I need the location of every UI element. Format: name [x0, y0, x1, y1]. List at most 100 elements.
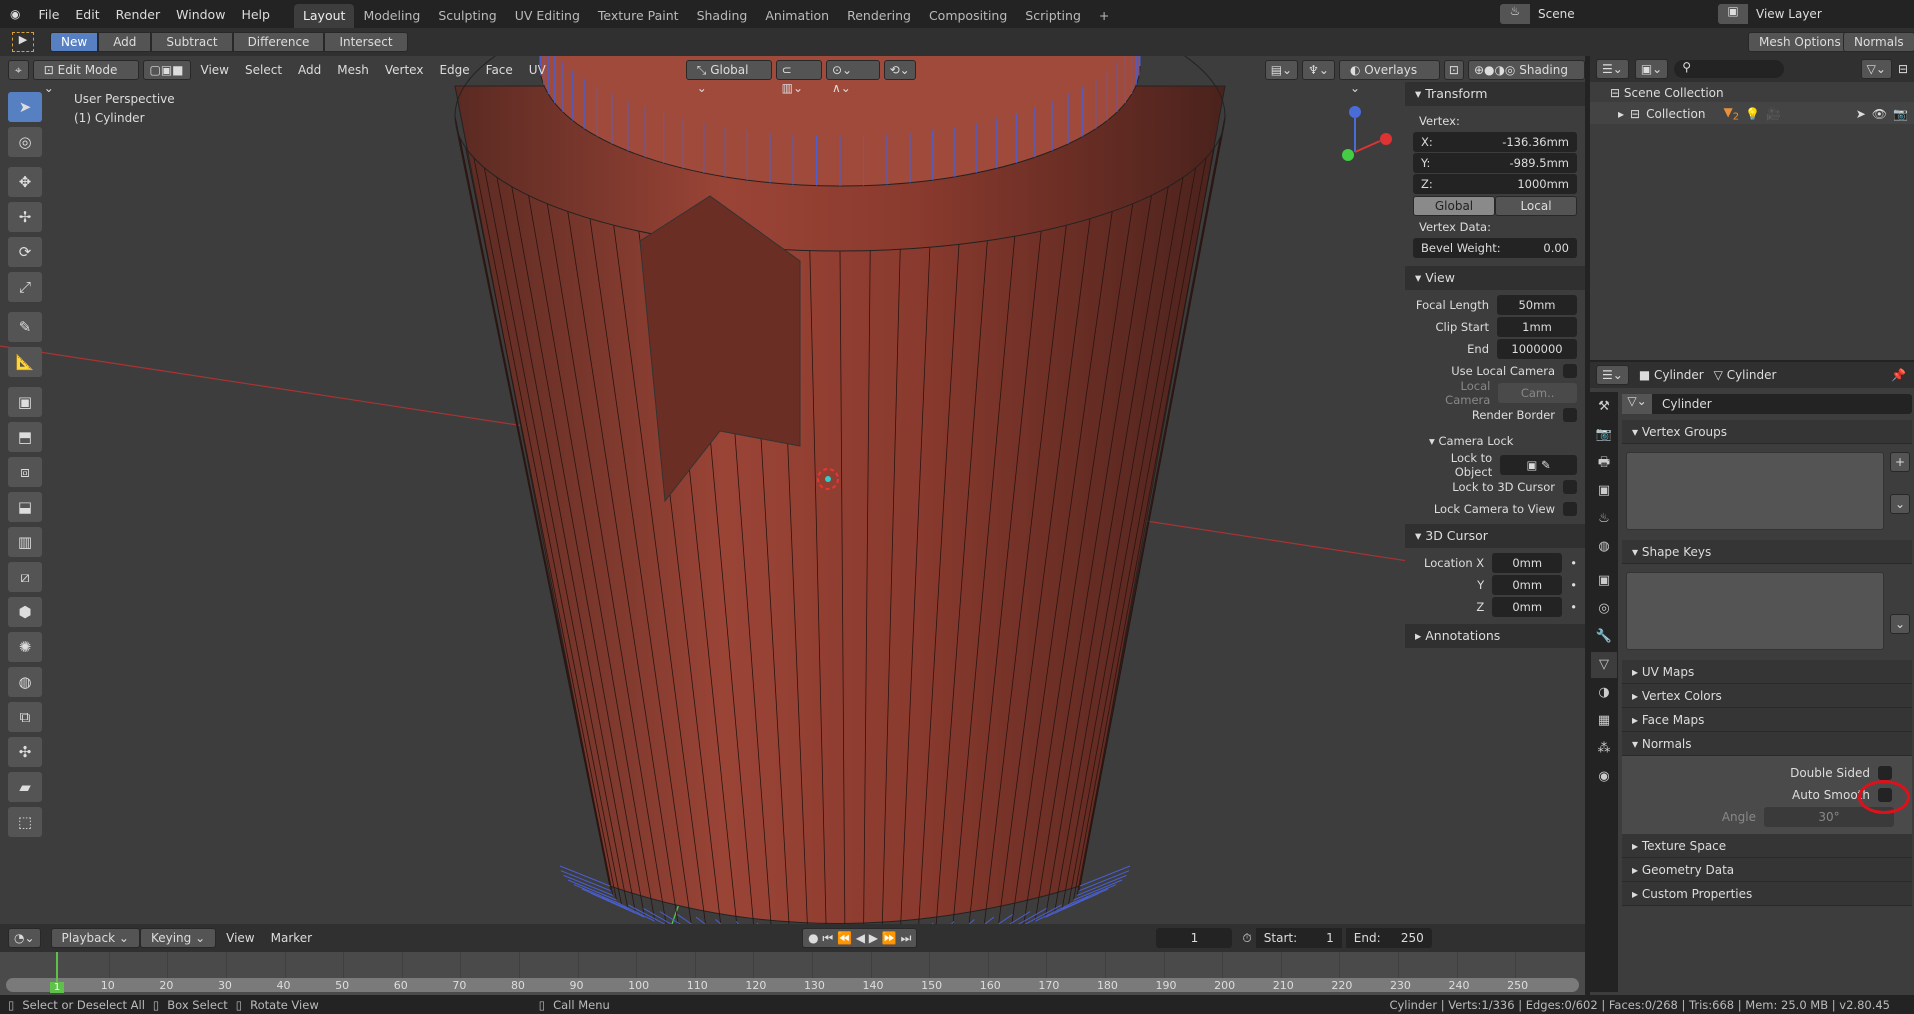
scale-tool-icon[interactable]: ⤢ [8, 272, 42, 302]
rotate-tool-icon[interactable]: ⟳ [8, 237, 42, 267]
tab-compositing[interactable]: Compositing [920, 4, 1016, 28]
modifiers-tab-icon[interactable]: 🔧 [1591, 624, 1617, 650]
texture-space-header[interactable]: ▸ Texture Space [1622, 834, 1912, 858]
menu-vertex[interactable]: Vertex [379, 63, 430, 77]
end-frame-field[interactable]: End: 250 [1345, 928, 1432, 948]
add-cube-tool-icon[interactable]: ▣ [8, 387, 42, 417]
bevel-tool-icon[interactable]: ⬓ [8, 492, 42, 522]
menu-render[interactable]: Render [108, 7, 169, 22]
timeline-marker-menu[interactable]: Marker [265, 931, 318, 945]
menu-file[interactable]: File [30, 7, 67, 22]
scene-selector[interactable]: ♨ Scene [1500, 4, 1710, 24]
custom-properties-header[interactable]: ▸ Custom Properties [1622, 882, 1912, 906]
properties-editor-type-icon[interactable]: ☰⌄ [1596, 365, 1629, 385]
local-toggle[interactable]: Local [1495, 196, 1577, 216]
cursor-tool-icon[interactable]: ◎ [8, 127, 42, 157]
scene-tab-icon[interactable]: ♨ [1591, 506, 1617, 532]
inset-tool-icon[interactable]: ⧈ [8, 457, 42, 487]
frame-ruler[interactable]: 1 10 20 30 40 50 60 70 80 90 100 110 120 130 140 150 16… [0, 952, 1585, 995]
menu-help[interactable]: Help [233, 7, 278, 22]
focal-length-field[interactable]: 50mm [1497, 295, 1577, 315]
view-layer-selector[interactable]: ▣ View Layer [1718, 4, 1908, 24]
vertex-y-field[interactable]: Y: -989.5mm [1413, 153, 1577, 173]
add-workspace-button[interactable]: + [1090, 4, 1118, 28]
smooth-tool-icon[interactable]: ◍ [8, 667, 42, 697]
object-tab-icon[interactable]: ▣ [1591, 568, 1617, 594]
bevel-weight-field[interactable]: Bevel Weight: 0.00 [1413, 238, 1577, 258]
vertex-colors-header[interactable]: ▸ Vertex Colors [1622, 684, 1912, 708]
extrude-tool-icon[interactable]: ⬒ [8, 422, 42, 452]
mesh-name-field[interactable]: ▽⌄ Cylinder [1622, 394, 1912, 414]
editor-type-button[interactable]: ⌖ [8, 59, 29, 80]
proportional-edit-icon[interactable]: ⊙⌄ ∧⌄ [825, 59, 880, 95]
view-panel-header[interactable]: ▾ View [1405, 266, 1585, 290]
poly-build-tool-icon[interactable]: ⬢ [8, 597, 42, 627]
mode-subtract-button[interactable]: Subtract [151, 32, 233, 52]
mode-add-button[interactable]: Add [98, 32, 152, 52]
outliner-collection-row[interactable]: ▸ ⊟ Collection ▼2 💡 🎥 ➤ 👁 📷 [1590, 102, 1914, 124]
render-tab-icon[interactable]: 📷 [1591, 422, 1617, 448]
double-sided-checkbox[interactable] [1878, 766, 1892, 780]
cursor-x-field[interactable]: 0mm [1492, 553, 1563, 573]
outliner-scene-collection[interactable]: ⊟ Scene Collection [1590, 82, 1914, 102]
tab-modeling[interactable]: Modeling [354, 4, 429, 28]
mode-intersect-button[interactable]: Intersect [324, 32, 408, 52]
use-local-camera-checkbox[interactable] [1563, 364, 1577, 378]
start-frame-field[interactable]: Start: 1 [1255, 928, 1342, 948]
clip-end-field[interactable]: 1000000 [1497, 339, 1577, 359]
current-frame-field[interactable]: 1 [1156, 928, 1233, 948]
cursor-z-field[interactable]: 0mm [1492, 597, 1563, 617]
menu-add[interactable]: Add [292, 63, 327, 77]
output-tab-icon[interactable]: 🖶 [1591, 450, 1617, 476]
annotations-panel-header[interactable]: ▸ Annotations [1405, 624, 1585, 648]
outliner-filter-icon[interactable]: ▽⌄ [1860, 59, 1892, 79]
shrink-tool-icon[interactable]: ✣ [8, 737, 42, 767]
shear-tool-icon[interactable]: ▰ [8, 772, 42, 802]
mesh-data-tab-icon[interactable]: ▽ [1591, 652, 1617, 678]
add-vertex-group-button[interactable]: + [1889, 452, 1910, 472]
clip-start-field[interactable]: 1mm [1497, 317, 1577, 337]
stopwatch-icon[interactable]: ⏱ [1242, 931, 1251, 946]
menu-edit[interactable]: Edit [67, 7, 107, 22]
lock-camera-to-view-checkbox[interactable] [1563, 502, 1577, 516]
face-maps-header[interactable]: ▸ Face Maps [1622, 708, 1912, 732]
gizmo-icon[interactable]: ⟲⌄ [883, 59, 916, 80]
translate-tool-icon[interactable]: ✢ [8, 202, 42, 232]
tool-tab-icon[interactable]: ⚒ [1591, 394, 1617, 420]
global-toggle[interactable]: Global [1413, 196, 1495, 216]
geometry-data-header[interactable]: ▸ Geometry Data [1622, 858, 1912, 882]
shape-keys-header[interactable]: ▾ Shape Keys [1622, 540, 1912, 564]
outliner-search-input[interactable]: ⚲ [1674, 60, 1785, 78]
mode-dropdown[interactable]: ⊡ Edit Mode ⌄ [32, 59, 139, 95]
menu-select[interactable]: Select [239, 63, 288, 77]
keying-menu[interactable]: Keying ⌄ [139, 928, 217, 948]
measure-tool-icon[interactable]: 📐 [8, 347, 42, 377]
menu-edge[interactable]: Edge [433, 63, 475, 77]
viewport-gizmos-icon[interactable]: ♆⌄ [1302, 59, 1335, 80]
select-restrict-icon[interactable]: ➤ [1856, 107, 1866, 121]
visibility-icon[interactable]: ▤⌄ [1264, 59, 1299, 80]
3d-viewport[interactable]: User Perspective (1) Cylinder [0, 56, 1585, 924]
normals-dropdown[interactable]: Normals [1843, 32, 1914, 52]
select-tool-icon[interactable]: ➤ [8, 92, 42, 122]
transform-panel-header[interactable]: ▾ Transform [1405, 82, 1585, 106]
3d-cursor-panel-header[interactable]: ▾ 3D Cursor [1405, 524, 1585, 548]
mode-difference-button[interactable]: Difference [232, 32, 325, 52]
tab-shading[interactable]: Shading [688, 4, 757, 28]
local-camera-field[interactable]: Cam.. [1498, 383, 1577, 403]
orientation-dropdown[interactable]: ⤡ Global ⌄ [685, 59, 772, 95]
normals-header[interactable]: ▾ Normals [1622, 732, 1912, 756]
vertex-z-field[interactable]: Z: 1000mm [1413, 174, 1577, 194]
move-tool-icon[interactable]: ✥ [8, 167, 42, 197]
material-tab-icon[interactable]: ◑ [1591, 680, 1617, 706]
scene-name[interactable]: Scene [1530, 4, 1575, 24]
eye-icon[interactable]: 👁 [1872, 107, 1887, 121]
spin-tool-icon[interactable]: ✺ [8, 632, 42, 662]
timeline-view-menu[interactable]: View [220, 931, 260, 945]
snap-icon[interactable]: ⊂ ▥⌄ [775, 59, 822, 95]
tab-rendering[interactable]: Rendering [838, 4, 920, 28]
texture-tab-icon[interactable]: ▦ [1591, 708, 1617, 734]
lock-to-object-field[interactable]: ▣ ✎ [1500, 455, 1577, 475]
tab-layout[interactable]: Layout [293, 4, 355, 28]
select-box-icon[interactable]: ▶ [12, 32, 34, 52]
